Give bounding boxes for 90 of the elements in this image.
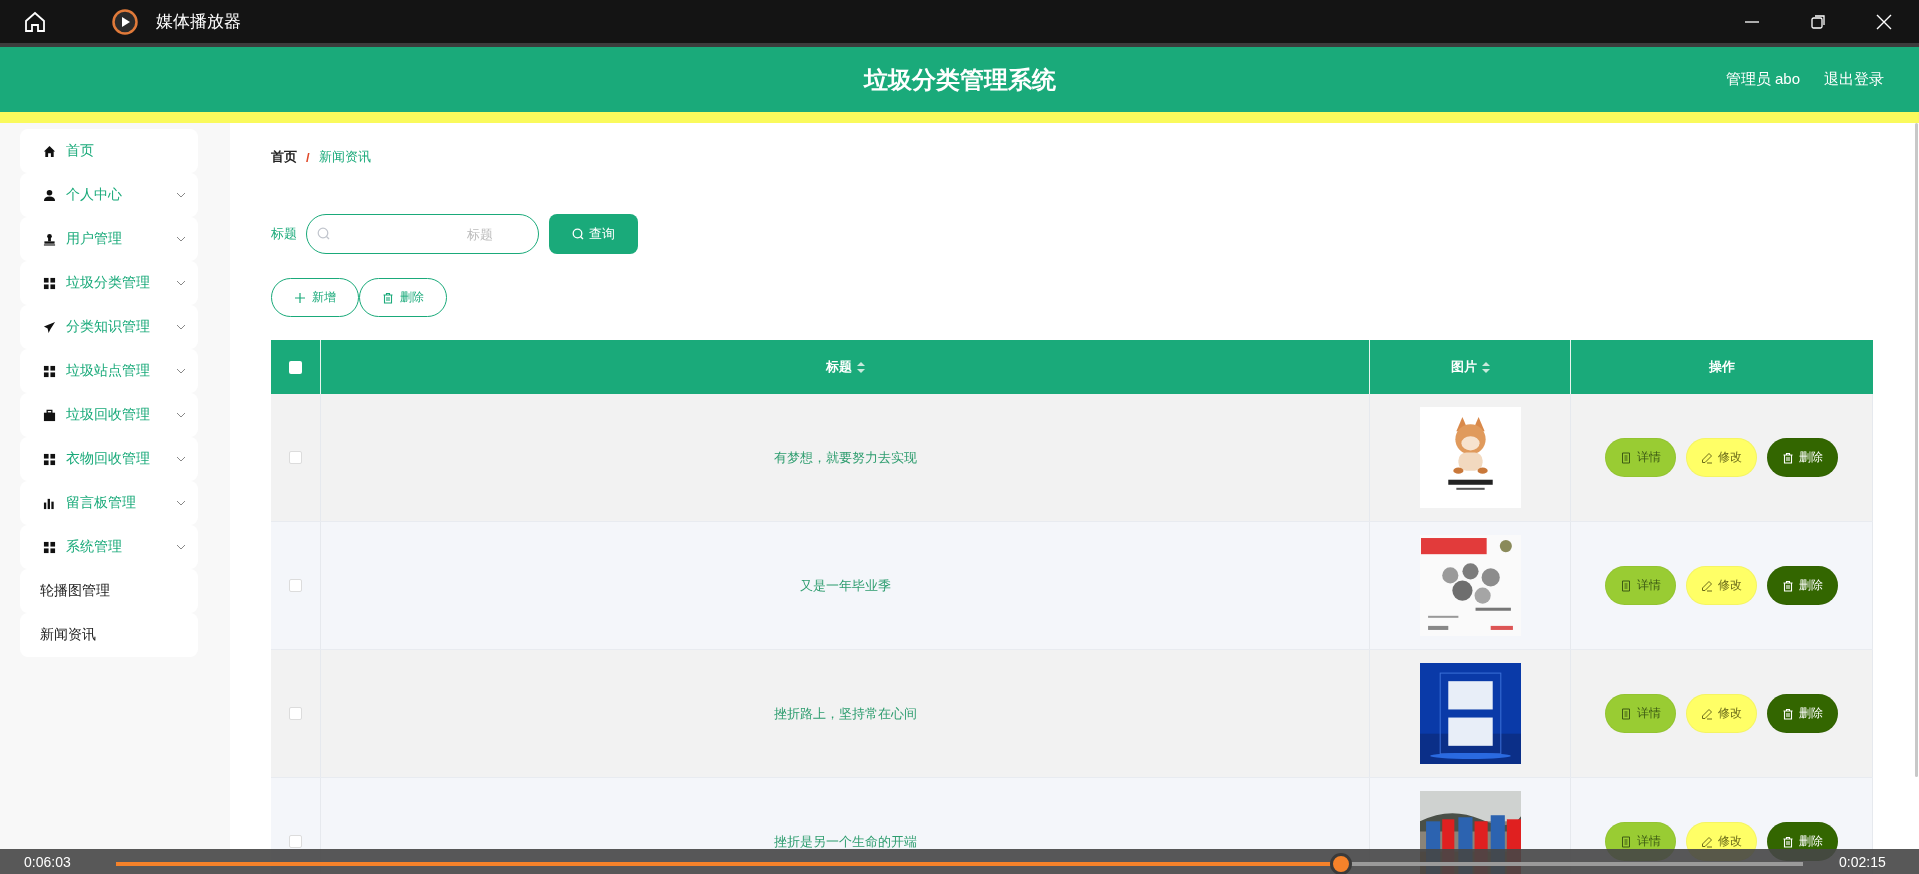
sidebar-item[interactable]: 留言板管理: [20, 481, 198, 525]
chevron-icon: [176, 190, 186, 200]
trash-icon: [382, 291, 394, 304]
grid-icon: [43, 540, 56, 554]
search-field[interactable]: 标题: [306, 214, 539, 254]
sidebar-subitem[interactable]: 轮播图管理: [20, 569, 198, 613]
breadcrumb-current: 新闻资讯: [318, 148, 371, 166]
sidebar-item[interactable]: 衣物回收管理: [20, 437, 198, 481]
sort-icon[interactable]: [856, 361, 865, 373]
news-title: 挫折路上，坚持常在心间: [773, 704, 917, 723]
sidebar-item[interactable]: 垃圾回收管理: [20, 393, 198, 437]
sort-icon[interactable]: [1481, 361, 1490, 373]
grid-icon: [43, 276, 56, 290]
plane-icon: [43, 320, 56, 334]
news-title: 又是一年毕业季: [799, 576, 891, 595]
document-icon: [1620, 579, 1632, 592]
close-icon[interactable]: [1875, 12, 1893, 31]
chevron-icon: [176, 542, 186, 552]
detail-button[interactable]: 详情: [1605, 694, 1676, 733]
home-icon: [43, 144, 56, 158]
chevron-icon: [176, 278, 186, 288]
play-icon: [112, 8, 138, 35]
pencil-icon: [1701, 707, 1713, 720]
delete-button[interactable]: 删除: [1767, 694, 1838, 733]
scrollbar[interactable]: [1915, 123, 1918, 777]
trash-icon: [1782, 835, 1794, 848]
chevron-icon: [176, 366, 186, 376]
delete-button[interactable]: 删除: [1767, 438, 1838, 477]
grid-icon: [43, 452, 56, 466]
progress-thumb[interactable]: [1329, 852, 1352, 874]
sidebar-item[interactable]: 系统管理: [20, 525, 198, 569]
sidebar-item[interactable]: 个人中心: [20, 173, 198, 217]
briefcase-icon: [43, 408, 56, 422]
select-all-checkbox[interactable]: [289, 360, 302, 374]
plus-icon: [294, 291, 306, 304]
document-icon: [1620, 451, 1632, 464]
sidebar-item[interactable]: 分类知识管理: [20, 305, 198, 349]
detail-button[interactable]: 详情: [1605, 438, 1676, 477]
trash-icon: [1782, 579, 1794, 592]
row-checkbox[interactable]: [289, 451, 302, 464]
sidebar-item[interactable]: 首页: [20, 129, 198, 173]
edit-button[interactable]: 修改: [1686, 438, 1757, 477]
column-header: 操作: [1709, 358, 1735, 376]
delete-button[interactable]: 删除: [1767, 566, 1838, 605]
chevron-icon: [176, 322, 186, 332]
delete-button[interactable]: 删除: [359, 278, 447, 317]
row-checkbox[interactable]: [289, 835, 302, 848]
add-button[interactable]: 新增: [271, 278, 359, 317]
search-button[interactable]: 查询: [549, 214, 638, 254]
chevron-icon: [176, 410, 186, 420]
detail-button[interactable]: 详情: [1605, 566, 1676, 605]
remaining-time: 0:02:15: [1838, 853, 1887, 870]
bars-icon: [43, 496, 56, 510]
document-icon: [1620, 707, 1632, 720]
breadcrumb-separator: /: [306, 149, 310, 165]
stamp-icon: [43, 232, 56, 246]
breadcrumb-link[interactable]: 首页: [271, 148, 297, 166]
home-icon[interactable]: [23, 9, 47, 34]
sidebar-item[interactable]: 用户管理: [20, 217, 198, 261]
row-checkbox[interactable]: [289, 707, 302, 720]
document-icon: [1620, 835, 1632, 848]
row-checkbox[interactable]: [289, 579, 302, 592]
search-icon: [572, 228, 584, 240]
chevron-icon: [176, 454, 186, 464]
column-header[interactable]: 图片: [1450, 358, 1490, 376]
pencil-icon: [1701, 579, 1713, 592]
sidebar-item[interactable]: 垃圾站点管理: [20, 349, 198, 393]
window-title: 媒体播放器: [156, 11, 241, 33]
elapsed-time: 0:06:03: [23, 853, 72, 870]
news-title: 挫折是另一个生命的开端: [773, 832, 917, 851]
person-icon: [43, 188, 56, 202]
pencil-icon: [1701, 835, 1713, 848]
grid-icon: [43, 364, 56, 378]
pencil-icon: [1701, 451, 1713, 464]
news-title: 有梦想，就要努力去实现: [773, 448, 917, 467]
logout-link[interactable]: 退出登录: [1824, 70, 1884, 89]
chevron-icon: [176, 498, 186, 508]
edit-button[interactable]: 修改: [1686, 694, 1757, 733]
sidebar-item[interactable]: 垃圾分类管理: [20, 261, 198, 305]
chevron-icon: [176, 234, 186, 244]
trash-icon: [1782, 707, 1794, 720]
restore-icon[interactable]: [1809, 12, 1827, 31]
user-name: 管理员 abo: [1725, 70, 1800, 89]
trash-icon: [1782, 451, 1794, 464]
edit-button[interactable]: 修改: [1686, 566, 1757, 605]
app-title: 垃圾分类管理系统: [863, 64, 1056, 95]
field-label: 标题: [271, 225, 297, 243]
column-header[interactable]: 标题: [825, 358, 865, 376]
search-icon: [317, 227, 330, 240]
sidebar-subitem[interactable]: 新闻资讯: [20, 613, 198, 657]
